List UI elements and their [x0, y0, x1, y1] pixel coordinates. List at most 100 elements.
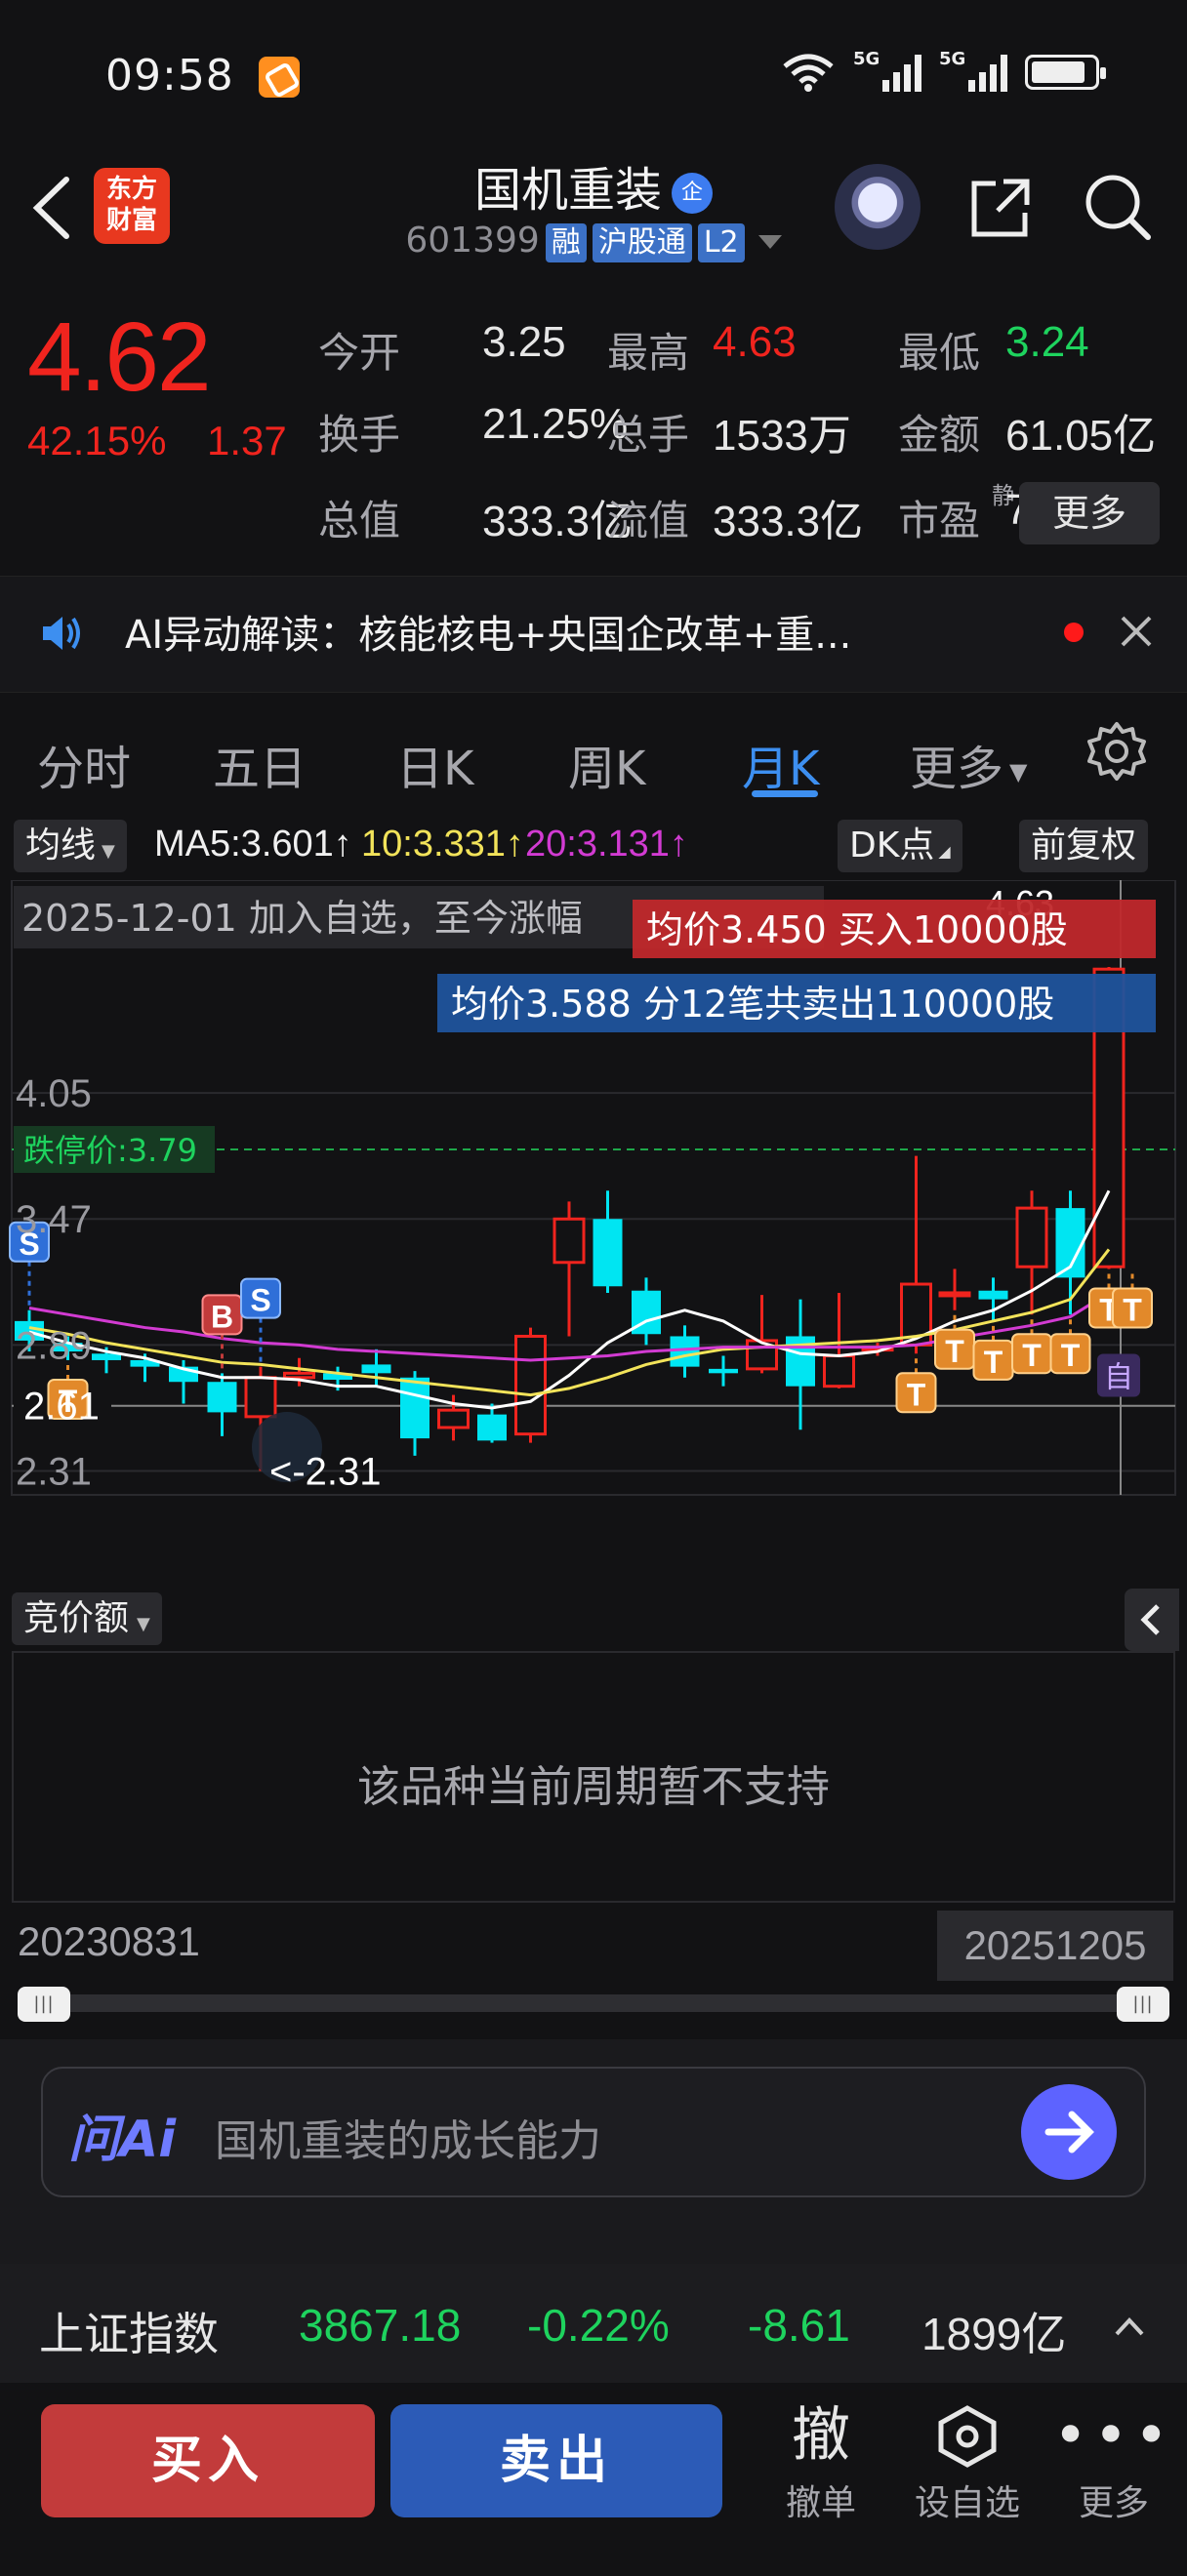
- quote-value: 1533万: [713, 412, 851, 460]
- trade-mark-letter: T: [1123, 1292, 1142, 1327]
- quote-value: 21.25%: [482, 400, 629, 448]
- more-actions-button[interactable]: ••• 更多: [1050, 2396, 1177, 2525]
- more-quote-button[interactable]: 更多: [1019, 482, 1160, 544]
- self-watch-letter: 自: [1104, 1361, 1133, 1395]
- ma10-value: 10:3.331↑: [361, 824, 524, 865]
- dropdown-caret-icon: [757, 235, 782, 249]
- ai-banner-text[interactable]: AI异动解读：核能核电+央国企改革+重...: [125, 603, 851, 660]
- watch-note-text: 2025-12-01 加入自选，至今涨幅: [21, 897, 583, 940]
- quote-label: 流值: [607, 497, 690, 544]
- tab-more[interactable]: 更多 ▼: [910, 730, 1027, 798]
- ai-assistant-robot-icon[interactable]: [835, 164, 921, 250]
- quote-label: 最高: [607, 329, 690, 377]
- quote-label: 总值: [318, 497, 401, 544]
- search-icon[interactable]: [1082, 171, 1154, 243]
- index-value: 3867.18: [299, 2300, 462, 2351]
- cancel-order-label: 撤单: [785, 2483, 856, 2523]
- end-date: 20251205: [937, 1911, 1173, 1981]
- more-caret-icon: ▼: [1009, 758, 1028, 785]
- change-percent: 42.15%: [27, 418, 167, 463]
- gear-icon[interactable]: [1085, 720, 1148, 783]
- candle-up: [514, 1334, 547, 1436]
- tab-intraday[interactable]: 分时: [37, 730, 131, 798]
- quote-label: 最低: [898, 329, 981, 377]
- trade-mark-letter: T: [1022, 1338, 1042, 1373]
- watchlist-hexagon-icon: [904, 2396, 1031, 2475]
- index-percent: -0.22%: [527, 2300, 670, 2351]
- unread-dot: [1064, 623, 1084, 642]
- limit-price-label: 跌停价:3.79: [23, 1132, 197, 1169]
- wifi-icon: [783, 54, 834, 92]
- quote-label: 金额: [898, 411, 981, 459]
- cancel-order-button[interactable]: 撤 撤单: [757, 2396, 884, 2525]
- sub-indicator-selector[interactable]: 竞价额 ▼: [12, 1592, 162, 1645]
- active-tab-indicator: [752, 790, 818, 797]
- add-watchlist-button[interactable]: 设自选: [904, 2396, 1031, 2525]
- buy-button[interactable]: 买入: [41, 2404, 375, 2517]
- tag-margin: 融: [545, 223, 587, 262]
- ask-ai-logo: 问Ai: [68, 2111, 177, 2169]
- dk-point-button[interactable]: DK点 ◢: [838, 820, 962, 872]
- quote-label: 今开: [318, 329, 401, 377]
- sub-chart-message: 该品种当前周期暂不支持: [357, 1762, 830, 1812]
- quote-value: 4.63: [713, 318, 797, 366]
- enterprise-badge-icon: 企: [672, 173, 713, 214]
- range-scroll-track[interactable]: [20, 1994, 1167, 2012]
- range-handle-right[interactable]: [1117, 1987, 1169, 2022]
- candle-down: [978, 1290, 1008, 1300]
- indicator-label: 均线: [25, 825, 97, 865]
- candle-down: [709, 1368, 738, 1374]
- dk-label: DK点: [849, 825, 935, 865]
- trade-mark-letter: T: [984, 1345, 1003, 1380]
- chevron-up-icon[interactable]: [1113, 2314, 1146, 2338]
- sell-button[interactable]: 卖出: [390, 2404, 722, 2517]
- status-bar: 09:58 5G 5G: [0, 0, 1187, 146]
- index-change: -8.61: [748, 2300, 850, 2351]
- range-handle-left[interactable]: [18, 1987, 70, 2022]
- speaker-icon: [43, 617, 80, 650]
- battery-icon: [1025, 55, 1106, 90]
- share-icon[interactable]: [966, 174, 1035, 242]
- tab-five-day[interactable]: 五日: [213, 730, 307, 798]
- candle-up: [1015, 1206, 1048, 1268]
- ask-ai-send-button[interactable]: [1021, 2084, 1117, 2180]
- trade-mark-letter: S: [250, 1283, 270, 1318]
- candle-down: [400, 1377, 430, 1439]
- trade-mark-letter: T: [907, 1377, 926, 1412]
- candle-up: [823, 1354, 855, 1389]
- collapse-panel-button[interactable]: [1125, 1589, 1179, 1651]
- cancel-order-icon: 撤: [792, 2401, 850, 2470]
- trade-mark-letter: T: [945, 1334, 964, 1369]
- candle-down: [593, 1219, 623, 1287]
- y-tick-label: 4.05: [16, 1072, 92, 1115]
- candle-down: [670, 1336, 700, 1367]
- index-amount: 1899亿: [921, 2309, 1067, 2359]
- candle-up: [244, 1376, 277, 1419]
- chart-frame: [11, 880, 1176, 1496]
- tab-daily-k[interactable]: 日K: [396, 730, 473, 798]
- signal-5g-2-icon: 5G: [939, 49, 1007, 92]
- trade-mark-letter: T: [1061, 1338, 1081, 1373]
- tag-level2: L2: [697, 223, 745, 262]
- y-tick-label: 2.31: [16, 1451, 92, 1494]
- tab-weekly-k[interactable]: 周K: [568, 730, 645, 798]
- arrow-right-icon: [1044, 2111, 1094, 2153]
- low-price-label: <-2.31: [269, 1451, 382, 1494]
- tab-monthly-k[interactable]: 月K: [742, 730, 819, 798]
- add-watchlist-label: 设自选: [914, 2483, 1020, 2523]
- candle-up: [283, 1371, 315, 1380]
- chevron-left-icon: [1140, 1604, 1160, 1635]
- adjust-button[interactable]: 前复权: [1019, 820, 1149, 872]
- y-tick-label: 3.47: [16, 1198, 92, 1241]
- stock-code: 601399: [405, 221, 540, 261]
- sub-indicator-label: 竞价额: [23, 1598, 130, 1638]
- ask-ai-placeholder[interactable]: 国机重装的成长能力: [215, 2106, 601, 2168]
- indicator-caret-icon: ▼: [102, 841, 115, 862]
- close-icon[interactable]: [1115, 610, 1158, 653]
- period-tabs: 分时 五日 日K 周K 月K 更多 ▼: [0, 703, 1187, 810]
- last-price: 4.62: [27, 302, 212, 412]
- kline-chart[interactable]: STB STT T T TT T自 4.053.472.892.31跌停价:3.792.6…: [0, 880, 1187, 1583]
- signal-5g-1-icon: 5G: [853, 49, 921, 92]
- more-dots-icon: •••: [1052, 2401, 1175, 2470]
- indicator-selector[interactable]: 均线 ▼: [14, 820, 127, 872]
